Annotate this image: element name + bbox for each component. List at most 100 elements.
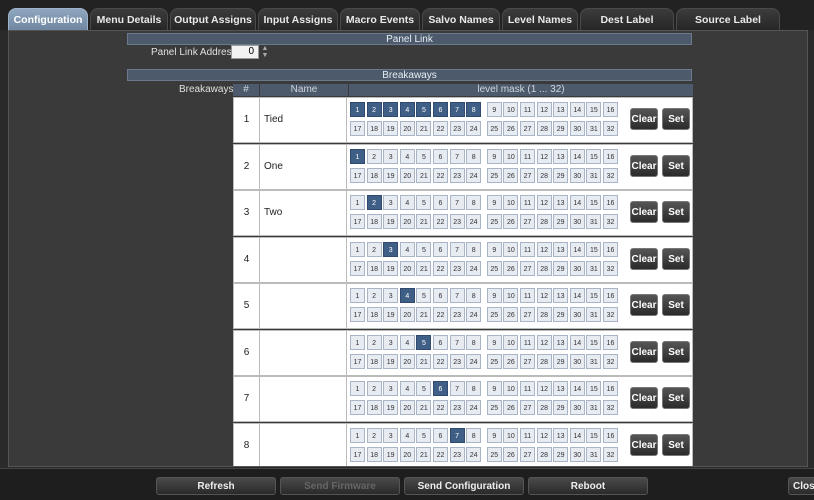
set-button[interactable]: Set	[662, 340, 690, 363]
level-mask-cell[interactable]: 19	[383, 260, 399, 276]
level-mask-cell[interactable]: 29	[553, 353, 569, 369]
level-mask-cell[interactable]: 4	[399, 195, 415, 210]
level-mask-cell[interactable]: 5	[416, 288, 432, 303]
level-mask-cell[interactable]: 6	[433, 381, 448, 396]
level-mask-cell[interactable]: 8	[466, 241, 482, 257]
level-mask-cell[interactable]: 13	[553, 241, 569, 257]
level-mask-cell[interactable]: 2	[366, 334, 382, 350]
level-mask-cell[interactable]: 13	[553, 381, 569, 396]
level-mask-cell[interactable]: 26	[503, 400, 519, 415]
level-mask-cell[interactable]: 5	[416, 427, 432, 443]
level-mask-cell[interactable]: 26	[503, 121, 519, 136]
level-mask-cell[interactable]: 1	[350, 148, 365, 164]
level-mask-cell[interactable]: 25	[486, 446, 502, 462]
level-mask-cell[interactable]: 20	[399, 214, 415, 229]
level-mask-cell[interactable]: 29	[553, 121, 569, 136]
level-mask-cell[interactable]: 21	[416, 446, 432, 462]
level-mask-cell[interactable]: 5	[416, 334, 432, 350]
level-mask-cell[interactable]: 17	[350, 353, 365, 369]
tab-dest-label-access[interactable]: Dest Label Access	[580, 8, 674, 48]
close-button[interactable]: Close	[788, 477, 814, 495]
level-mask-cell[interactable]: 4	[399, 334, 415, 350]
level-mask-cell[interactable]: 9	[486, 427, 502, 443]
level-mask-cell[interactable]: 4	[399, 241, 415, 257]
level-mask-cell[interactable]: 31	[586, 167, 602, 183]
level-mask-cell[interactable]: 32	[603, 260, 618, 276]
level-mask-cell[interactable]: 1	[350, 195, 365, 210]
level-mask-cell[interactable]: 14	[569, 334, 585, 350]
breakaway-name-field[interactable]	[261, 237, 347, 282]
level-mask-cell[interactable]: 26	[503, 353, 519, 369]
level-mask-cell[interactable]: 27	[520, 260, 535, 276]
tab-source-label-access[interactable]: Source Label Access	[676, 8, 780, 48]
level-mask-cell[interactable]: 6	[433, 334, 448, 350]
level-mask-cell[interactable]: 21	[416, 307, 432, 322]
level-mask-cell[interactable]: 1	[350, 427, 365, 443]
level-mask-cell[interactable]: 32	[603, 121, 618, 136]
level-mask-cell[interactable]: 4	[399, 427, 415, 443]
level-mask-cell[interactable]: 3	[383, 195, 399, 210]
level-mask-cell[interactable]: 22	[433, 121, 448, 136]
tab-configuration[interactable]: Configuration	[8, 8, 88, 30]
level-mask-cell[interactable]: 21	[416, 353, 432, 369]
level-mask-cell[interactable]: 30	[569, 353, 585, 369]
level-mask-cell[interactable]: 12	[536, 334, 552, 350]
level-mask-cell[interactable]: 22	[433, 307, 448, 322]
level-mask-cell[interactable]: 25	[486, 260, 502, 276]
level-mask-cell[interactable]: 12	[536, 381, 552, 396]
set-button[interactable]: Set	[662, 154, 690, 177]
level-mask-cell[interactable]: 14	[569, 427, 585, 443]
level-mask-cell[interactable]: 3	[383, 241, 399, 257]
level-mask-cell[interactable]: 5	[416, 195, 432, 210]
level-mask-cell[interactable]: 28	[536, 307, 552, 322]
level-mask-cell[interactable]: 8	[466, 148, 482, 164]
level-mask-cell[interactable]: 5	[416, 148, 432, 164]
level-mask-cell[interactable]: 16	[603, 148, 618, 164]
level-mask-cell[interactable]: 18	[366, 353, 382, 369]
level-mask-cell[interactable]: 22	[433, 167, 448, 183]
level-mask-cell[interactable]: 16	[603, 427, 618, 443]
level-mask-cell[interactable]: 3	[383, 148, 399, 164]
level-mask-cell[interactable]: 14	[569, 288, 585, 303]
level-mask-cell[interactable]: 25	[486, 307, 502, 322]
level-mask-cell[interactable]: 32	[603, 446, 618, 462]
level-mask-cell[interactable]: 6	[433, 427, 448, 443]
level-mask-cell[interactable]: 6	[433, 195, 448, 210]
level-mask-cell[interactable]: 32	[603, 167, 618, 183]
panel-link-address-input[interactable]: 0	[231, 45, 259, 59]
level-mask-cell[interactable]: 24	[466, 400, 482, 415]
level-mask-cell[interactable]: 26	[503, 307, 519, 322]
level-mask-cell[interactable]: 11	[520, 381, 535, 396]
level-mask-cell[interactable]: 4	[399, 148, 415, 164]
level-mask-cell[interactable]: 8	[466, 427, 482, 443]
level-mask-cell[interactable]: 23	[449, 121, 465, 136]
level-mask-cell[interactable]: 15	[586, 427, 602, 443]
tab-salvo-names[interactable]: Salvo Names	[422, 8, 500, 30]
level-mask-cell[interactable]: 2	[366, 241, 382, 257]
level-mask-cell[interactable]: 20	[399, 353, 415, 369]
level-mask-cell[interactable]: 1	[350, 241, 365, 257]
level-mask-cell[interactable]: 11	[520, 148, 535, 164]
clear-button[interactable]: Clear	[630, 154, 658, 177]
level-mask-cell[interactable]: 31	[586, 353, 602, 369]
breakaway-name-field[interactable]	[261, 423, 347, 466]
level-mask-cell[interactable]: 28	[536, 121, 552, 136]
level-mask-cell[interactable]: 20	[399, 400, 415, 415]
level-mask-cell[interactable]: 10	[503, 148, 519, 164]
tab-level-names[interactable]: Level Names	[502, 8, 578, 30]
level-mask-cell[interactable]: 29	[553, 214, 569, 229]
send-configuration-button[interactable]: Send Configuration	[404, 477, 524, 495]
level-mask-cell[interactable]: 19	[383, 214, 399, 229]
level-mask-cell[interactable]: 14	[569, 195, 585, 210]
level-mask-cell[interactable]: 21	[416, 121, 432, 136]
level-mask-cell[interactable]: 27	[520, 353, 535, 369]
level-mask-cell[interactable]: 15	[586, 334, 602, 350]
breakaway-name-field[interactable]	[261, 377, 347, 421]
level-mask-cell[interactable]: 31	[586, 307, 602, 322]
tab-macro-events[interactable]: Macro Events	[340, 8, 420, 30]
level-mask-cell[interactable]: 3	[383, 102, 399, 117]
level-mask-cell[interactable]: 22	[433, 214, 448, 229]
level-mask-cell[interactable]: 9	[486, 381, 502, 396]
level-mask-cell[interactable]: 1	[350, 288, 365, 303]
level-mask-cell[interactable]: 15	[586, 241, 602, 257]
